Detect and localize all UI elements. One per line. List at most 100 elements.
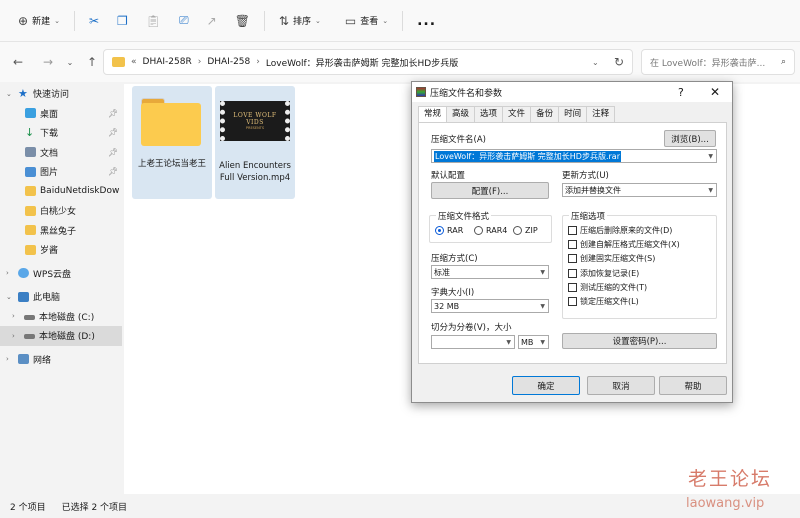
option-lock-checkbox[interactable]: 锁定压缩文件(L) — [568, 296, 639, 307]
update-mode-select[interactable]: 添加并替换文件 ▼ — [562, 183, 717, 197]
download-icon: ↓ — [25, 126, 35, 139]
forward-arrow-icon[interactable]: → — [38, 55, 58, 69]
desktop-icon — [25, 108, 36, 119]
delete-button[interactable]: 🗑︎ — [229, 7, 256, 35]
sidebar-item-wps[interactable]: › WPS云盘 — [0, 264, 122, 284]
radio-dot — [474, 226, 483, 235]
refresh-icon[interactable]: ↻ — [614, 55, 624, 69]
close-icon[interactable]: ✕ — [710, 85, 720, 99]
new-button[interactable]: ⊕ 新建 ⌄ — [12, 7, 66, 35]
split-unit-select[interactable]: MB ▼ — [518, 335, 549, 349]
cancel-button[interactable]: 取消 — [587, 376, 655, 395]
checkbox — [568, 226, 577, 235]
rename-icon: ⎚ — [179, 13, 189, 27]
method-label: 压缩方式(C) — [431, 254, 478, 264]
paste-button[interactable]: 📋︎ — [140, 7, 167, 35]
chevron-down-icon[interactable]: ▼ — [708, 153, 713, 160]
chevron-down-icon[interactable]: ⌄ — [6, 90, 12, 98]
tab-backup[interactable]: 备份 — [530, 106, 560, 122]
browse-button[interactable]: 浏览(B)... — [664, 130, 716, 147]
copy-button[interactable]: ❐ — [111, 7, 134, 35]
sidebar-item-baidunetdisk[interactable]: BaiduNetdiskDow — [0, 182, 122, 202]
format-zip-radio[interactable]: ZIP — [513, 226, 538, 235]
ok-button[interactable]: 确定 — [512, 376, 580, 395]
tab-comment[interactable]: 注释 — [586, 106, 616, 122]
chevron-down-icon[interactable]: ▼ — [540, 269, 545, 276]
sidebar-item-downloads[interactable]: ↓ 下载 📌︎ — [0, 123, 122, 143]
sidebar-item-documents[interactable]: 文档 📌︎ — [0, 143, 122, 163]
dict-size-select[interactable]: 32 MB ▼ — [431, 299, 549, 313]
chevron-down-icon[interactable]: ⌄ — [592, 58, 599, 67]
chevron-right-icon[interactable]: › — [12, 332, 15, 340]
help-icon[interactable]: ? — [678, 86, 684, 99]
radio-dot — [513, 226, 522, 235]
sidebar-item-quick-access[interactable]: ⌄ ★ 快速访问 — [0, 84, 122, 104]
dialog-titlebar[interactable]: 压缩文件名和参数 ? ✕ — [412, 82, 732, 102]
recent-chevron-icon[interactable]: ⌄ — [60, 58, 80, 67]
rename-button[interactable]: ⎚ — [173, 7, 195, 35]
cut-button[interactable]: ✂ — [83, 7, 105, 35]
search-input[interactable]: 在 LoveWolf：异形袭击萨... ⌕ — [641, 49, 795, 75]
sidebar-item-pictures[interactable]: 图片 📌︎ — [0, 162, 122, 182]
view-button[interactable]: ▭ 查看 ⌄ — [339, 7, 394, 35]
tab-advanced[interactable]: 高级 — [446, 106, 476, 122]
up-arrow-icon[interactable]: ↑ — [82, 55, 102, 69]
chevron-right-icon: › — [197, 57, 202, 67]
chevron-right-icon: › — [256, 57, 260, 67]
tab-options[interactable]: 选项 — [474, 106, 504, 122]
options-group: 压缩选项 压缩后删除原来的文件(D) 创建自解压格式压缩文件(X) 创建固实压缩… — [562, 210, 717, 319]
breadcrumb[interactable]: LoveWolf：异形袭击萨姆斯 完整加长HD步兵版 — [266, 56, 458, 69]
chevron-right-icon[interactable]: › — [6, 269, 9, 277]
option-recovery-checkbox[interactable]: 添加恢复记录(E) — [568, 268, 639, 279]
help-button[interactable]: 帮助 — [659, 376, 727, 395]
sidebar-item-folder[interactable]: 岁酱 — [0, 240, 122, 260]
tab-files[interactable]: 文件 — [502, 106, 532, 122]
chevron-down-icon[interactable]: ▼ — [540, 339, 545, 346]
option-delete-after-checkbox[interactable]: 压缩后删除原来的文件(D) — [568, 225, 672, 236]
sidebar-item-folder[interactable]: 白桃少女 — [0, 201, 122, 221]
split-size-field[interactable]: ▼ — [431, 335, 515, 349]
back-arrow-icon[interactable]: ← — [8, 55, 28, 69]
chevron-down-icon[interactable]: ▼ — [708, 187, 713, 194]
set-password-button[interactable]: 设置密码(P)... — [562, 333, 717, 349]
scissors-icon: ✂ — [88, 13, 100, 28]
sidebar-item-folder[interactable]: 黑丝兔子 — [0, 221, 122, 241]
chevron-right-icon[interactable]: › — [12, 312, 15, 320]
option-sfx-checkbox[interactable]: 创建自解压格式压缩文件(X) — [568, 239, 680, 250]
format-rar4-radio[interactable]: RAR4 — [474, 226, 507, 235]
sidebar-item-drive-d[interactable]: › 本地磁盘 (D:) — [0, 326, 122, 346]
pin-icon: 📌︎ — [108, 108, 119, 118]
checkbox — [568, 240, 577, 249]
archive-name-field[interactable]: LoveWolf：异形袭击萨姆斯 完整加长HD步兵版.rar ▼ — [431, 149, 717, 163]
tab-time[interactable]: 时间 — [558, 106, 588, 122]
breadcrumb[interactable]: DHAI-258R — [143, 57, 192, 67]
sort-button[interactable]: ⇅ 排序 ⌄ — [273, 7, 327, 35]
format-rar-radio[interactable]: RAR — [435, 226, 463, 235]
file-item-video[interactable]: LOVE WOLF VIDS PRESENTS Alien Encounters… — [215, 86, 295, 199]
chevron-down-icon[interactable]: ⌄ — [6, 293, 12, 301]
more-button[interactable]: ... — [411, 7, 442, 35]
tab-general[interactable]: 常规 — [418, 106, 448, 123]
file-item-folder[interactable]: 上老王论坛当老王 — [132, 86, 212, 199]
watermark-url: laowang.vip — [686, 496, 765, 511]
sidebar-item-this-pc[interactable]: ⌄ 此电脑 — [0, 287, 122, 307]
folder-icon — [25, 205, 36, 216]
computer-icon — [18, 291, 29, 302]
sidebar-item-drive-c[interactable]: › 本地磁盘 (C:) — [0, 307, 122, 327]
chevron-down-icon[interactable]: ▼ — [540, 303, 545, 310]
sidebar-item-network[interactable]: › 网络 — [0, 350, 122, 370]
method-select[interactable]: 标准 ▼ — [431, 265, 549, 279]
chevron-down-icon[interactable]: ▼ — [506, 339, 511, 346]
address-row: ← → ⌄ ↑ « DHAI-258R › DHAI-258 › LoveWol… — [0, 42, 800, 82]
address-bar[interactable]: « DHAI-258R › DHAI-258 › LoveWolf：异形袭击萨姆… — [103, 49, 633, 75]
option-solid-checkbox[interactable]: 创建固实压缩文件(S) — [568, 253, 655, 264]
breadcrumb[interactable]: DHAI-258 — [207, 57, 250, 67]
option-test-checkbox[interactable]: 测试压缩的文件(T) — [568, 282, 647, 293]
dialog-title: 压缩文件名和参数 — [430, 88, 503, 99]
share-button[interactable]: ↗ — [201, 7, 223, 35]
chevron-right-icon[interactable]: › — [6, 355, 9, 363]
sidebar-item-desktop[interactable]: 桌面 📌︎ — [0, 104, 122, 124]
profiles-button[interactable]: 配置(F)... — [431, 182, 549, 199]
share-icon: ↗ — [206, 13, 217, 28]
item-count: 2 个项目 — [10, 502, 46, 513]
